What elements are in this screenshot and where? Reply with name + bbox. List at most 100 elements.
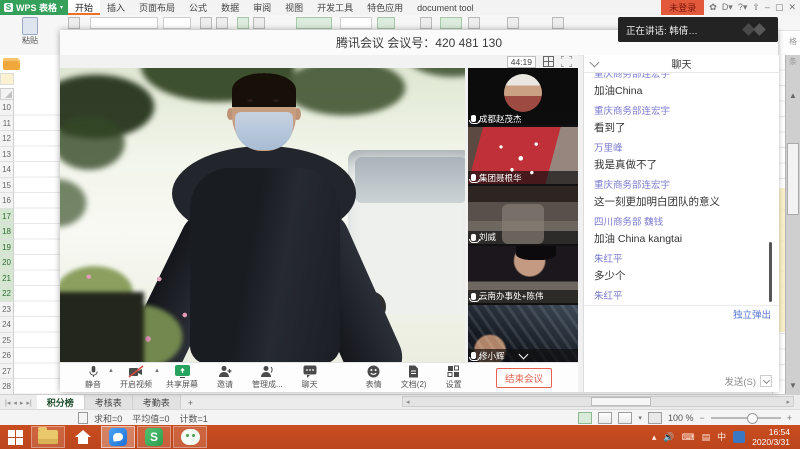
ime-indicator[interactable]: 中 (717, 425, 726, 449)
row-header[interactable]: 15 (0, 178, 14, 194)
last-sheet-icon[interactable]: ▸| (26, 399, 31, 407)
chevron-down-icon[interactable] (590, 58, 600, 68)
taskbar-tencent-meeting[interactable] (101, 426, 135, 448)
hscroll-thumb[interactable] (591, 397, 651, 406)
percent-button[interactable] (440, 17, 462, 29)
sheet-tab[interactable]: 积分榜 (37, 395, 85, 410)
login-button[interactable]: 未登录 (661, 0, 704, 15)
paste-button[interactable]: 粘贴 (0, 15, 60, 55)
send-options-button[interactable] (760, 375, 772, 387)
chat-input-area[interactable]: 发送(S) (584, 322, 779, 392)
emoji-button[interactable]: 表情 (361, 365, 387, 390)
taskbar-wechat[interactable] (173, 426, 207, 448)
ribbon-tab[interactable]: 插入 (100, 0, 132, 15)
ribbon-collapse-icon[interactable]: ⇧ (752, 0, 760, 15)
taskbar-home-app[interactable] (66, 434, 100, 441)
taskbar-file-explorer[interactable] (31, 426, 65, 448)
share-screen-button[interactable]: 共享屏幕 (166, 365, 198, 390)
ribbon-tab[interactable]: 数据 (214, 0, 246, 15)
row-header[interactable]: 19 (0, 240, 14, 256)
chevron-up-icon[interactable]: ▲ (108, 368, 114, 374)
docer-icon[interactable]: D▾ (722, 0, 733, 15)
cond-format-icon[interactable] (552, 17, 564, 29)
row-header[interactable]: 27 (0, 364, 14, 380)
chat-button[interactable]: 聊天 (297, 365, 323, 390)
sheet-tab[interactable]: 考核表 (85, 395, 133, 410)
grid-cells[interactable] (14, 100, 60, 395)
send-button[interactable]: 发送(S) (724, 374, 756, 388)
end-meeting-button[interactable]: 结束会议 (496, 368, 552, 388)
row-header[interactable]: 18 (0, 224, 14, 240)
documents-button[interactable]: 文档(2) (401, 365, 427, 390)
chat-messages[interactable]: 重庆商务部连宏宇加油China重庆商务部连宏宇看到了万里峰我是真做不了重庆商务部… (584, 73, 779, 305)
collapse-thumbnails-button[interactable] (512, 350, 534, 361)
format-painter-icon[interactable] (68, 17, 80, 29)
help-icon[interactable]: ?▾ (738, 0, 748, 15)
scroll-up-icon[interactable]: ▲ (789, 91, 797, 100)
first-sheet-icon[interactable]: |◂ (5, 399, 10, 407)
row-header[interactable]: 17 (0, 209, 14, 225)
scroll-left-icon[interactable]: ◂ (403, 398, 413, 406)
mute-button[interactable]: 静音 ▲ (80, 365, 106, 390)
participant-tile[interactable]: 集团聂根华 (468, 127, 578, 184)
wrap-text-button[interactable] (377, 17, 395, 29)
hscroll-track[interactable] (413, 397, 784, 406)
font-grow-icon[interactable] (200, 17, 212, 29)
merge-center-button[interactable] (296, 17, 332, 29)
participant-tile[interactable]: 刘威 (468, 186, 578, 243)
start-button[interactable] (0, 430, 30, 445)
volume-icon[interactable]: 🔊 (663, 425, 674, 449)
row-header[interactable]: 12 (0, 131, 14, 147)
manage-members-button[interactable]: 管理成... (252, 365, 283, 390)
vscroll-thumb[interactable] (787, 143, 799, 215)
start-video-button[interactable]: 开启视频 ▲ (120, 365, 152, 390)
comma-style-icon[interactable] (468, 17, 480, 29)
skin-icon[interactable]: ✿ (709, 0, 717, 15)
row-header[interactable]: 28 (0, 379, 14, 395)
invite-button[interactable]: 邀请 (212, 365, 238, 390)
ribbon-tab[interactable]: 审阅 (246, 0, 278, 15)
fullscreen-icon[interactable] (561, 56, 572, 67)
row-header[interactable]: 26 (0, 348, 14, 364)
display-icon[interactable]: ▤ (702, 425, 711, 449)
font-shrink-icon[interactable] (216, 17, 228, 29)
tray-app-icon[interactable] (733, 431, 745, 443)
ribbon-tab[interactable]: 开始 (68, 0, 100, 15)
scroll-right-icon[interactable]: ▸ (783, 398, 793, 406)
horizontal-scrollbar[interactable]: ◂ ▸ (402, 396, 794, 407)
row-header[interactable]: 14 (0, 162, 14, 178)
next-sheet-icon[interactable]: ▸ (20, 399, 24, 407)
row-header[interactable]: 10 (0, 100, 14, 116)
currency-icon[interactable] (420, 17, 432, 29)
row-header[interactable]: 20 (0, 255, 14, 271)
zoom-slider[interactable] (711, 417, 781, 419)
open-folder-icon[interactable] (3, 58, 20, 70)
prev-sheet-icon[interactable]: ◂ (13, 399, 17, 407)
select-all-corner[interactable] (0, 88, 14, 100)
taskbar-wps[interactable]: S (137, 426, 171, 448)
view-options-chevron-icon[interactable]: ▾ (638, 414, 642, 422)
decimal-icon[interactable] (507, 17, 519, 29)
close-icon[interactable]: ✕ (788, 0, 796, 15)
network-icon[interactable]: ⌨ (682, 425, 695, 449)
participant-tile[interactable]: 修小辉 (468, 305, 578, 362)
row-header[interactable]: 16 (0, 193, 14, 209)
main-video[interactable] (60, 68, 465, 362)
sheet-tab[interactable]: 考勤表 (133, 395, 181, 410)
ribbon-tab[interactable]: 页面布局 (132, 0, 182, 15)
zoom-level[interactable]: 100 % (668, 413, 694, 423)
row-header[interactable]: 11 (0, 116, 14, 132)
add-sheet-button[interactable]: + (181, 395, 200, 410)
page-break-view-icon[interactable] (618, 412, 632, 424)
zoom-reset-icon[interactable] (648, 412, 662, 424)
normal-view-icon[interactable] (578, 412, 592, 424)
row-header[interactable]: 23 (0, 302, 14, 318)
scroll-down-icon[interactable]: ▼ (789, 381, 797, 390)
zoom-in-icon[interactable]: + (787, 413, 792, 423)
chat-scrollbar[interactable] (769, 242, 772, 302)
minimize-icon[interactable]: – (765, 0, 770, 15)
page-layout-view-icon[interactable] (598, 412, 612, 424)
ribbon-tab[interactable]: 开发工具 (310, 0, 360, 15)
hidden-icons-chevron[interactable]: ▴ (652, 425, 657, 449)
popout-link[interactable]: 独立弹出 (733, 307, 771, 321)
